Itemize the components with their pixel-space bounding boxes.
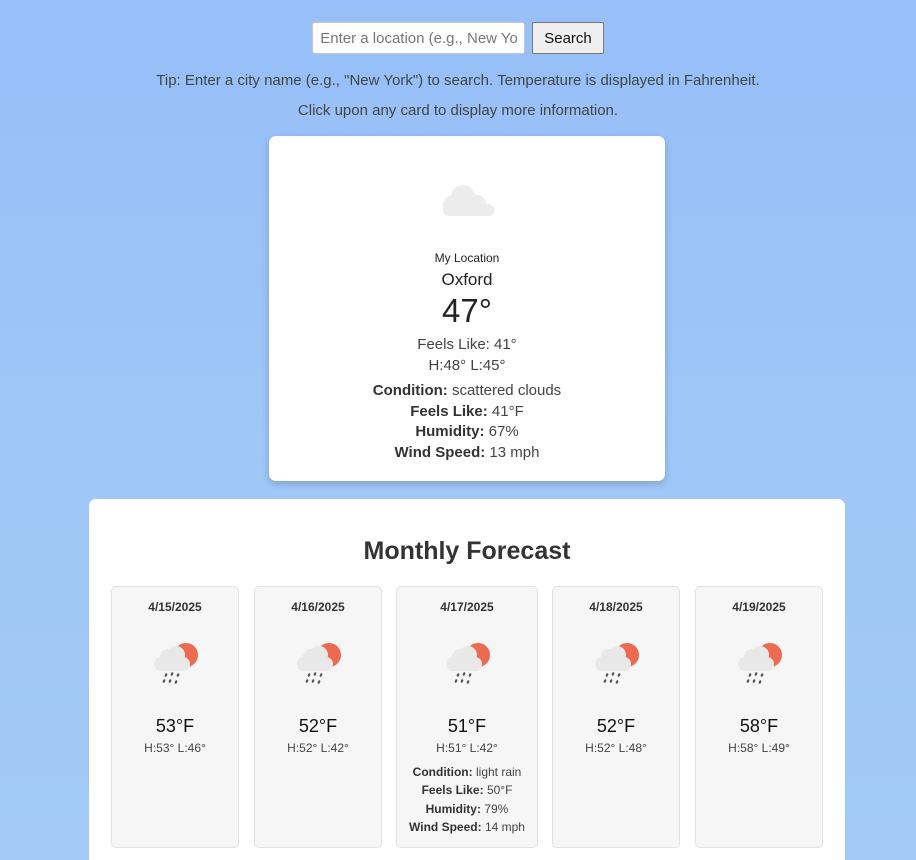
condition-label: Condition:	[372, 382, 448, 399]
tip-click-text: Click upon any card to display more info…	[297, 102, 619, 119]
day-high-low: H:53° L:46°	[144, 741, 206, 755]
day-high-low: H:51° L:42°	[436, 741, 498, 755]
day-temperature: 52°F	[298, 716, 338, 736]
rain-sun-icon	[154, 643, 198, 685]
search-button[interactable]: Search	[532, 22, 604, 54]
search-input[interactable]	[312, 22, 526, 54]
day-date: 4/17/2025	[440, 600, 494, 614]
humidity-label: Humidity:	[425, 802, 481, 816]
feels-like-row: Feels Like: 41°F	[269, 403, 665, 420]
condition-row: Condition: light rain	[397, 765, 537, 779]
forecast-title: Monthly Forecast	[363, 537, 571, 565]
forecast-day-card-expanded[interactable]: 4/17/2025 51°F H:51° L:42° Condition: li…	[396, 586, 538, 848]
humidity-value: 79%	[484, 802, 509, 816]
wind-speed-row: Wind Speed: 14 mph	[397, 820, 537, 834]
wind-speed-row: Wind Speed: 13 mph	[269, 444, 665, 461]
day-date: 4/16/2025	[291, 600, 345, 614]
humidity-label: Humidity:	[415, 423, 485, 440]
day-date: 4/15/2025	[148, 600, 202, 614]
forecast-panel: Monthly Forecast 4/15/2025 53°F H:53° L:…	[89, 499, 845, 860]
day-date: 4/19/2025	[732, 600, 786, 614]
day-date: 4/18/2025	[589, 600, 643, 614]
day-temperature: 51°F	[447, 716, 487, 736]
wind-speed-label: Wind Speed:	[394, 444, 486, 461]
day-high-low: H:52° L:42°	[287, 741, 349, 755]
condition-value: scattered clouds	[451, 382, 562, 399]
condition-value: light rain	[475, 765, 522, 779]
day-high-low: H:58° L:49°	[728, 741, 790, 755]
city-name: Oxford	[441, 270, 493, 289]
feels-like-value: 50°F	[486, 783, 513, 797]
rain-sun-icon	[297, 643, 341, 685]
humidity-value: 67%	[488, 423, 519, 440]
wind-speed-label: Wind Speed:	[409, 820, 482, 834]
rain-sun-icon	[446, 643, 490, 685]
condition-row: Condition: scattered clouds	[269, 382, 665, 399]
forecast-day-card[interactable]: 4/18/2025 52°F H:52° L:48°	[552, 586, 680, 848]
feels-like-value: 41°F	[491, 403, 524, 420]
day-temperature: 53°F	[155, 716, 195, 736]
location-label: My Location	[434, 251, 500, 265]
forecast-day-card[interactable]: 4/15/2025 53°F H:53° L:46°	[111, 586, 239, 848]
rain-sun-icon	[595, 643, 639, 685]
wind-speed-value: 14 mph	[484, 820, 525, 834]
current-temperature: 47°	[442, 292, 492, 329]
high-low: H:48° L:45°	[428, 357, 506, 374]
feels-like: Feels Like: 41°	[417, 336, 517, 353]
forecast-day-card[interactable]: 4/19/2025 58°F H:58° L:49°	[695, 586, 823, 848]
forecast-day-card[interactable]: 4/16/2025 52°F H:52° L:42°	[254, 586, 382, 848]
cloud-icon	[443, 185, 494, 216]
search-bar: Search	[0, 22, 916, 54]
tip-text: Tip: Enter a city name (e.g., "New York"…	[156, 72, 760, 89]
feels-like-label: Feels Like:	[410, 403, 488, 420]
day-high-low: H:52° L:48°	[585, 741, 647, 755]
humidity-row: Humidity: 67%	[269, 423, 665, 440]
day-temperature: 52°F	[596, 716, 636, 736]
condition-label: Condition:	[412, 765, 473, 779]
day-temperature: 58°F	[739, 716, 779, 736]
feels-like-row: Feels Like: 50°F	[397, 783, 537, 797]
feels-like-label: Feels Like:	[421, 783, 484, 797]
humidity-row: Humidity: 79%	[397, 802, 537, 816]
rain-sun-icon	[738, 643, 782, 685]
wind-speed-value: 13 mph	[489, 444, 540, 461]
